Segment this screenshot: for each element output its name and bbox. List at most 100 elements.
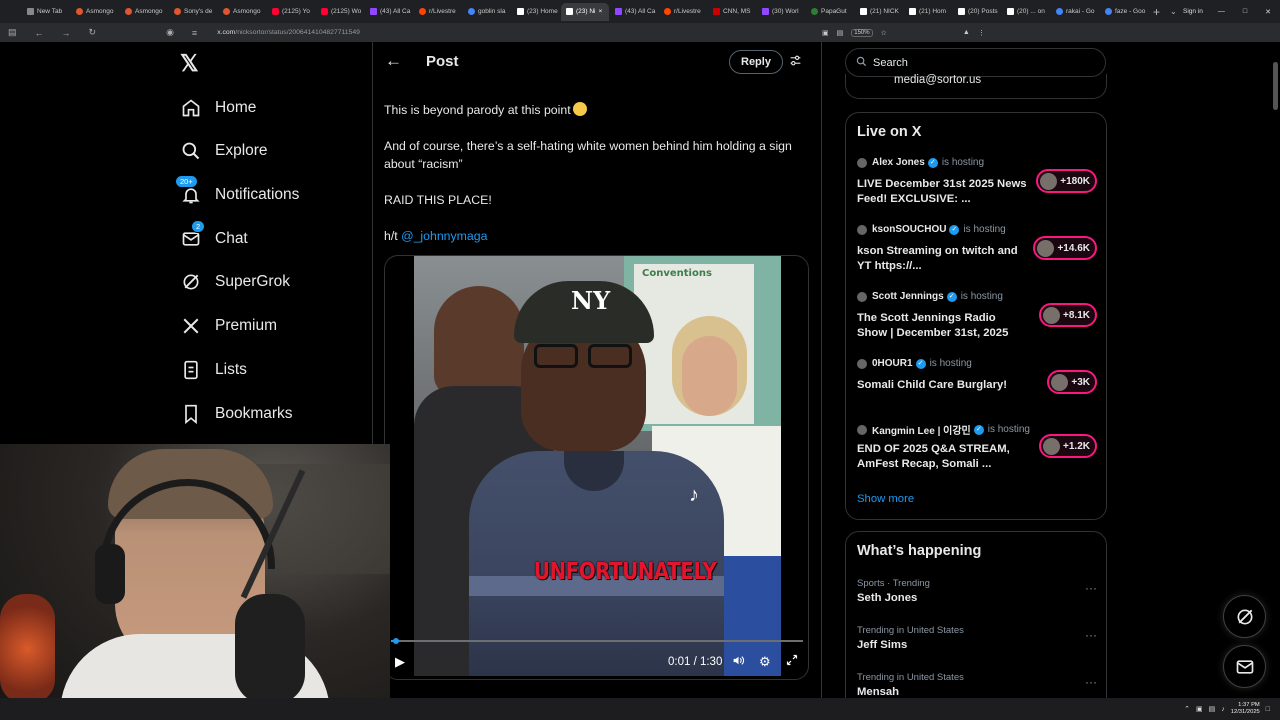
play-icon[interactable]: ▶ [395,654,405,670]
twitch-icon [370,8,377,15]
lock-icon[interactable]: ≡ [192,28,197,38]
live-listener-pill[interactable]: +1.2K [1039,434,1097,458]
browser-tab[interactable]: (30) Worl [757,3,805,21]
browser-tab-label: PapaGut [821,8,847,15]
browser-tab[interactable]: faze - Goo [1100,3,1148,21]
star-icon[interactable]: ☆ [881,29,887,37]
minimize-icon[interactable]: — [1218,8,1225,15]
post-text-line: h/t @_johnnymaga [384,228,804,246]
extensions-icon[interactable]: ▲ [963,29,970,36]
nav-chat[interactable]: 2 Chat [180,220,248,254]
search-icon [856,56,867,70]
notification-center-icon[interactable]: □ [1266,706,1270,713]
live-listener-pill[interactable]: +14.6K [1033,236,1097,260]
sign-in-button[interactable]: Sign in [1183,8,1203,15]
network-icon[interactable]: ▤ [1209,705,1216,713]
show-more-link[interactable]: Show more [857,493,914,505]
trend-item[interactable]: Sports · Trending Seth Jones ··· [857,578,1097,604]
reply-button[interactable]: Reply [729,50,783,74]
grok-fab-button[interactable] [1223,595,1266,638]
browser-tab[interactable]: CNN, MS [708,3,756,21]
tray-chevron-icon[interactable]: ⌃ [1184,705,1190,713]
x-icon [909,8,916,15]
volume-icon[interactable] [732,654,745,670]
live-listener-pill[interactable]: +180K [1036,169,1097,193]
browser-tab[interactable]: Asmongo [71,3,119,21]
close-window-icon[interactable]: ✕ [1265,8,1271,16]
live-item[interactable]: 0HOUR1 ✓ is hosting Somali Child Care Burgl… [857,358,1097,418]
forward-nav-icon[interactable]: → [62,28,71,38]
new-tab-icon[interactable]: + [1153,5,1160,19]
more-options-icon[interactable]: ··· [1085,581,1097,595]
browser-tab[interactable]: (21) NICK [855,3,903,21]
browser-tab[interactable]: Asmongo [120,3,168,21]
more-options-icon[interactable]: ··· [1085,628,1097,642]
contact-email[interactable]: media@sortor.us [894,74,981,86]
more-options-icon[interactable]: ··· [1085,675,1097,689]
messages-fab-button[interactable] [1223,645,1266,688]
speaker-icon[interactable]: ♪ [1221,706,1225,713]
clock[interactable]: 1:37 PM 12/31/2025 [1231,702,1260,716]
mention-link[interactable]: @_johnnymaga [401,229,487,243]
browser-tab[interactable]: Sony's de [169,3,217,21]
browser-tab[interactable]: New Tab [22,3,70,21]
browser-tab[interactable]: (43) All Ca [365,3,413,21]
nav-lists[interactable]: Lists [180,355,247,385]
fullscreen-icon[interactable] [786,654,798,669]
browser-tab[interactable]: r/Livestre [659,3,707,21]
browser-tab[interactable]: (23) Home [512,3,560,21]
trend-item[interactable]: Trending in United States Mensah ··· [857,672,1097,698]
browser-tab[interactable]: (20) Posts [953,3,1001,21]
live-listener-pill[interactable]: +8.1K [1039,303,1097,327]
browser-tab[interactable]: Asmongo [218,3,266,21]
reader-icon[interactable]: ▤ [837,29,844,37]
browser-tab[interactable]: rakai - Go [1051,3,1099,21]
browser-tab[interactable]: (20) ... on [1002,3,1050,21]
nav-supergrok[interactable]: SuperGrok [180,267,290,297]
live-item[interactable]: Alex Jones ✓ is hosting LIVE December 31st … [857,157,1097,217]
browser-tab-label: (21) Hom [919,8,947,15]
reload-icon[interactable]: ↻ [89,27,97,38]
x-logo-icon[interactable]: 𝕏 [180,50,199,77]
settings-gear-icon[interactable]: ⚙ [759,654,771,670]
browser-tab[interactable]: PapaGut [806,3,854,21]
nav-premium[interactable]: Premium [180,311,277,341]
url-field[interactable]: x.com/nicksortor/status/2006414104827711… [217,29,360,36]
browser-tab[interactable]: r/Livestre [414,3,462,21]
browser-tab[interactable]: goblin sla [463,3,511,21]
zoom-level[interactable]: 150% [851,28,873,37]
x-icon [517,8,524,15]
browser-tab-strip: New Tab Asmongo Asmongo Sony's de Asmongo (21… [0,0,1280,23]
live-item[interactable]: ksonSOUCHOU ✓ is hosting kson Streaming on … [857,224,1097,284]
sidebar-toggle-icon[interactable]: ▤ [8,27,17,38]
video-player[interactable]: Conventions NY ♪ UNFORTUNATELY ▶ 0:01 / … [384,255,809,680]
browser-tab[interactable]: (43) All Ca [610,3,658,21]
nav-notifications[interactable]: 20+ Notifications [175,175,299,210]
browser-tab[interactable]: (2125) Wo [316,3,364,21]
search-input[interactable]: Search [845,48,1106,77]
nav-home[interactable]: Home [180,93,256,123]
close-tab-icon[interactable]: × [599,8,603,15]
video-progress-bar[interactable] [391,638,803,644]
video-progress-knob[interactable] [392,638,399,644]
live-item[interactable]: Kangmin Lee | 이강민 ✓ is hosting END OF 2025 … [857,422,1097,482]
shield-icon[interactable]: ◉ [166,27,174,38]
sliders-icon[interactable] [789,54,802,70]
screenshot-icon[interactable]: ▣ [822,29,829,37]
menu-icon[interactable]: ⋮ [978,29,985,37]
video-frame[interactable]: Conventions NY ♪ UNFORTUNATELY [414,256,781,676]
display-icon[interactable]: ▣ [1196,705,1203,713]
browser-tab[interactable]: (21) Hom [904,3,952,21]
back-nav-icon[interactable]: ← [35,28,44,38]
trend-item[interactable]: Trending in United States Jeff Sims ··· [857,625,1097,651]
maximize-icon[interactable]: □ [1243,8,1247,15]
nav-explore[interactable]: Explore [180,136,268,166]
nav-bookmarks[interactable]: Bookmarks [180,399,293,429]
live-listener-pill[interactable]: +3K [1047,370,1097,394]
headphones-cup [95,544,125,604]
browser-tab[interactable]: (2125) Yo [267,3,315,21]
back-arrow-icon[interactable]: ← [385,51,402,71]
page-scrollbar[interactable] [1273,62,1278,110]
browser-tab[interactable]: (23) Ni × [561,2,609,21]
live-item[interactable]: Scott Jennings ✓ is hosting The Scott Jenni… [857,291,1097,351]
